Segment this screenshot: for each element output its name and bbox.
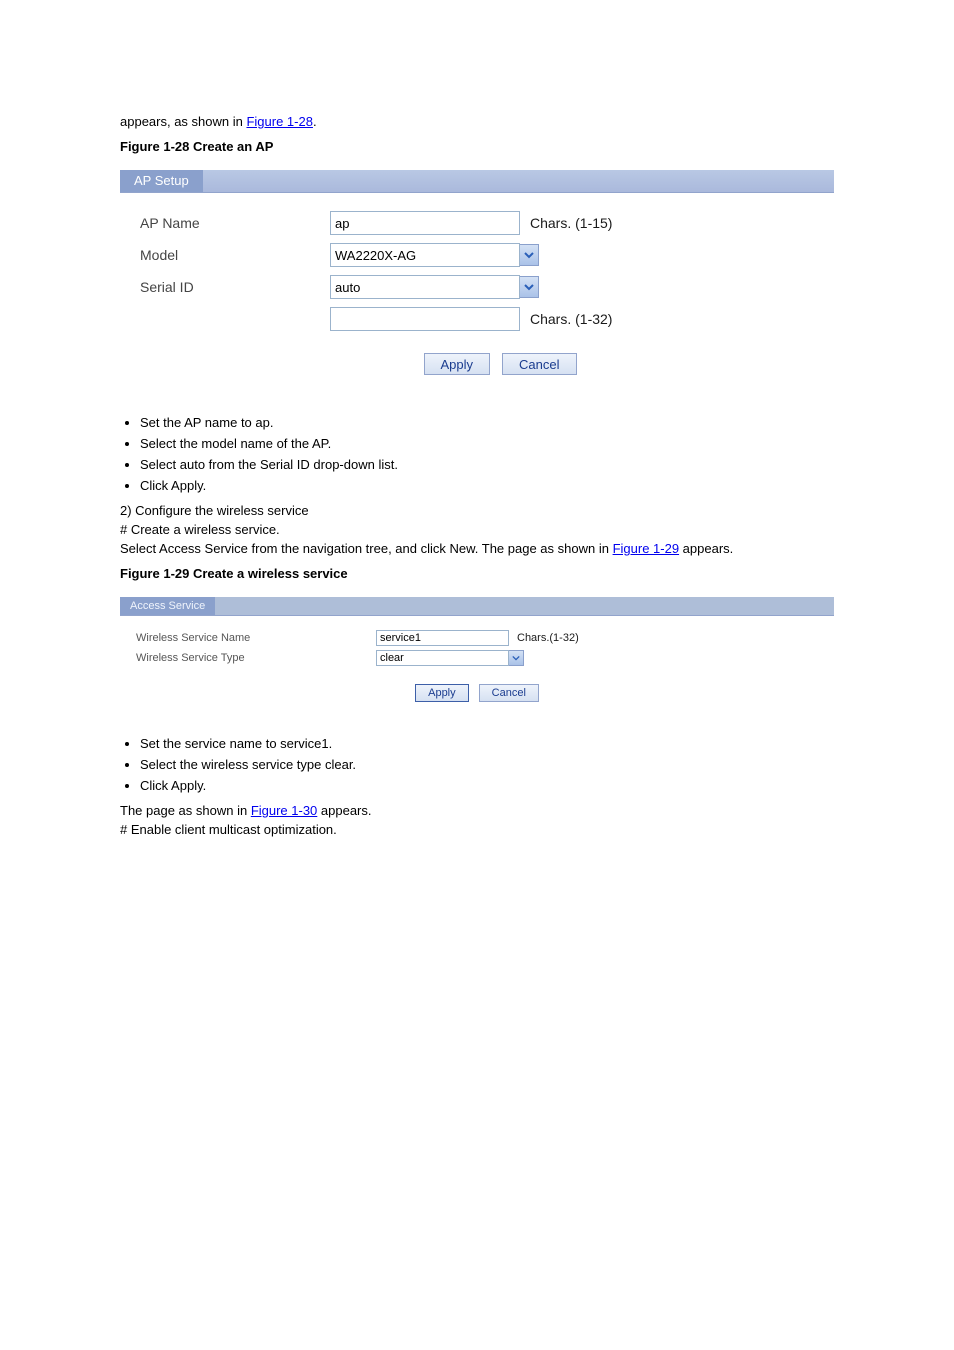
step3-hash: # Enable client multicast optimization. (120, 822, 834, 837)
figure-1-28-title: Figure 1-28 Create an AP (120, 139, 834, 154)
apply-button[interactable]: Apply (415, 684, 469, 702)
label-model: Model (130, 247, 330, 263)
step2-heading: 2) Configure the wireless service (120, 503, 834, 518)
input-serial-extra[interactable] (330, 307, 520, 331)
chevron-down-icon[interactable] (509, 650, 524, 666)
list-item: Click Apply. (140, 478, 834, 493)
cancel-button[interactable]: Cancel (479, 684, 539, 702)
chevron-down-icon[interactable] (520, 244, 539, 266)
apply-button[interactable]: Apply (424, 353, 491, 375)
select-model[interactable] (330, 243, 520, 267)
tab-ap-setup[interactable]: AP Setup (120, 170, 203, 192)
intro-line: appears, as shown in Figure 1-28. (120, 114, 834, 129)
label-ap-name: AP Name (130, 215, 330, 231)
hint-ap-name: Chars. (1-15) (530, 215, 612, 231)
link-figure-1-28[interactable]: Figure 1-28 (246, 114, 312, 129)
select-wireless-service-type[interactable] (376, 650, 509, 666)
chevron-down-icon[interactable] (520, 276, 539, 298)
input-ap-name[interactable] (330, 211, 520, 235)
cancel-button[interactable]: Cancel (502, 353, 576, 375)
figure-1-29-title: Figure 1-29 Create a wireless service (120, 566, 834, 581)
link-figure-1-30[interactable]: Figure 1-30 (251, 803, 317, 818)
tab-access-service[interactable]: Access Service (120, 597, 215, 615)
list-item: Click Apply. (140, 778, 834, 793)
step2-hash: # Create a wireless service. (120, 522, 834, 537)
hint-wireless-service-name: Chars.(1-32) (517, 632, 579, 644)
select-serial-id[interactable] (330, 275, 520, 299)
step3-line: The page as shown in Figure 1-30 appears… (120, 803, 834, 818)
list-item: Set the service name to service1. (140, 736, 834, 751)
list-item: Set the AP name to ap. (140, 415, 834, 430)
step2-body: Select Access Service from the navigatio… (120, 541, 834, 556)
figure-1-29-box: Access Service Wireless Service Name Cha… (120, 597, 834, 716)
label-wireless-service-name: Wireless Service Name (130, 632, 376, 644)
link-figure-1-29[interactable]: Figure 1-29 (613, 541, 679, 556)
list-item: Select the wireless service type clear. (140, 757, 834, 772)
figure-1-28-box: AP Setup AP Name Chars. (1-15) Model Ser… (120, 170, 834, 395)
list-item: Select auto from the Serial ID drop-down… (140, 457, 834, 472)
list-item: Select the model name of the AP. (140, 436, 834, 451)
bullet-list-fig29: Set the service name to service1. Select… (140, 736, 834, 793)
label-wireless-service-type: Wireless Service Type (130, 652, 376, 664)
hint-serial-extra: Chars. (1-32) (530, 311, 612, 327)
label-serial-id: Serial ID (130, 279, 330, 295)
input-wireless-service-name[interactable] (376, 630, 509, 646)
bullet-list-fig28: Set the AP name to ap. Select the model … (140, 415, 834, 493)
